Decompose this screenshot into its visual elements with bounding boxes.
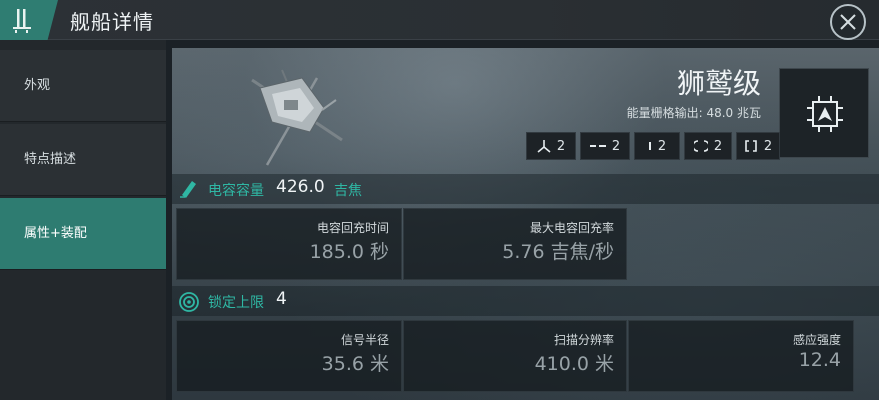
frigate-class-icon [807, 96, 843, 132]
close-button[interactable] [830, 4, 866, 40]
stat-value: 410.0 米 [534, 353, 614, 375]
stat-label: 感应强度 [792, 333, 841, 347]
targeting-section-header: 锁定上限 4 [172, 286, 879, 316]
target-lock-icon [179, 292, 199, 312]
slot-count: 2 [657, 138, 667, 154]
stat-card-capacitor-recharge-time: 电容回充时间 185.0 秒 [176, 208, 402, 280]
sidebar-item-description[interactable]: 特点描述 [0, 124, 166, 196]
sidebar-item-label: 外观 [24, 78, 51, 93]
ship-name: 狮鹫级 [676, 67, 761, 100]
stat-card-signature-radius: 信号半径 35.6 米 [176, 320, 402, 392]
capacitor-label: 电容容量 [208, 183, 264, 199]
fleet-icon [13, 9, 31, 33]
targeting-label: 锁定上限 [208, 295, 264, 311]
power-grid-output: 能量栅格输出: 48.0 兆瓦 [626, 106, 761, 120]
sidebar-item-attributes-fitting[interactable]: 属性+装配 [0, 198, 166, 270]
capacitor-unit: 吉焦 [334, 183, 362, 199]
home-button[interactable] [0, 0, 58, 40]
stat-value: 185.0 秒 [309, 241, 389, 263]
slot-low: 2 [736, 132, 780, 160]
stat-card-max-capacitor-recharge-rate: 最大电容回充率 5.76 吉焦/秒 [403, 208, 627, 280]
sidebar: 外观 特点描述 属性+装配 [0, 40, 166, 400]
high-slot-icon [648, 142, 651, 150]
slot-mid: 2 [684, 132, 732, 160]
stat-card-scan-resolution: 扫描分辨率 410.0 米 [403, 320, 627, 392]
stat-card-sensor-strength: 感应强度 12.4 [628, 320, 854, 392]
slot-summary: 2 2 2 2 2 [526, 132, 780, 160]
slot-count: 2 [611, 138, 621, 154]
slot-count: 2 [763, 138, 773, 154]
sidebar-item-label: 特点描述 [24, 152, 77, 167]
stat-label: 扫描分辨率 [553, 333, 614, 347]
close-icon [840, 14, 856, 30]
slot-count: 2 [713, 138, 723, 154]
stat-label: 电容回充时间 [316, 221, 389, 235]
stat-label: 最大电容回充率 [529, 221, 614, 235]
stat-value: 5.76 吉焦/秒 [502, 241, 614, 263]
targeting-value: 4 [276, 289, 287, 309]
stat-value: 12.4 [798, 349, 841, 371]
slot-turret: 2 [526, 132, 576, 160]
capacitor-icon [180, 181, 196, 198]
slot-high: 2 [634, 132, 680, 160]
ship-render [232, 60, 352, 170]
slot-launcher: 2 [580, 132, 630, 160]
capacitor-section-header: 电容容量 426.0 吉焦 [172, 174, 879, 204]
stat-value: 35.6 米 [321, 353, 389, 375]
stat-label: 信号半径 [340, 333, 389, 347]
page-title: 舰船详情 [70, 10, 154, 34]
ship-image [251, 69, 343, 166]
slot-count: 2 [556, 138, 566, 154]
ship-detail-panel: 狮鹫级 能量栅格输出: 48.0 兆瓦 2 2 2 2 2 电容容量 426.0… [172, 48, 879, 400]
turret-hardpoint-icon [537, 140, 551, 153]
capacitor-value: 426.0 [276, 177, 325, 197]
mid-slot-icon [693, 140, 708, 152]
sidebar-item-label: 属性+装配 [24, 226, 87, 241]
low-slot-icon [745, 140, 757, 152]
ship-class-badge[interactable] [779, 68, 869, 158]
header-bar: 舰船详情 [0, 0, 879, 40]
sidebar-item-appearance[interactable]: 外观 [0, 50, 166, 122]
launcher-hardpoint-icon [589, 145, 606, 147]
